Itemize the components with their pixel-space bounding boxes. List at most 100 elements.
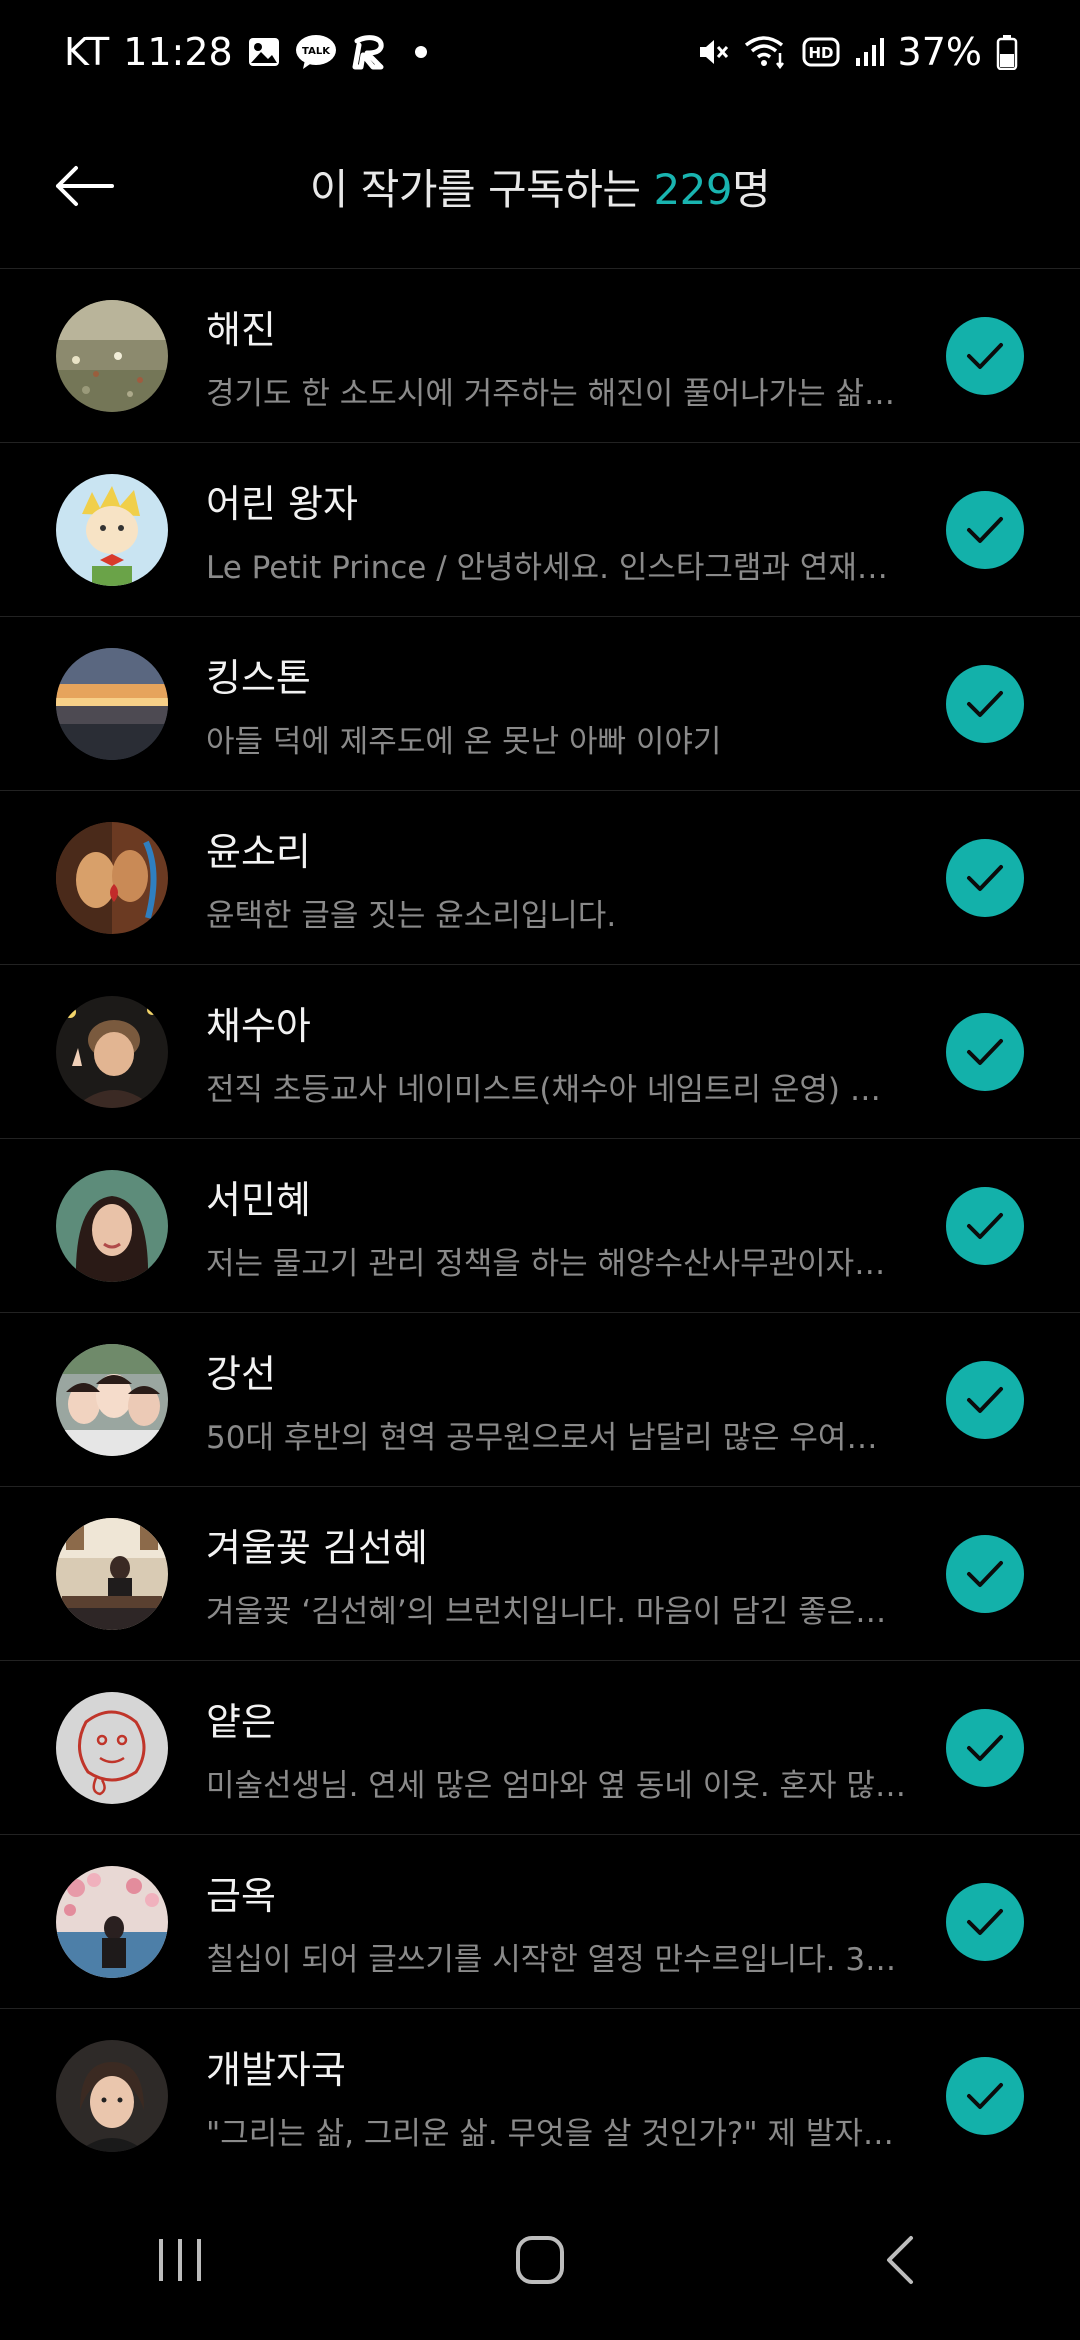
check-icon <box>967 2082 1003 2109</box>
item-meta: 금옥 칠십이 되어 글쓰기를 시작한 열정 만수르입니다. 3… <box>206 1865 906 1979</box>
subscriber-name: 얕은 <box>206 1699 276 1744</box>
subscriber-desc: 겨울꽃 ‘김선혜’의 브런치입니다. 마음이 담긴 좋은… <box>206 1593 887 1630</box>
item-meta: 서민혜 저는 물고기 관리 정책을 하는 해양수산사무관이자… <box>206 1169 906 1283</box>
subscribe-toggle[interactable] <box>946 664 1024 743</box>
app-r-icon <box>351 33 389 71</box>
list-item[interactable]: 겨울꽃 김선혜 겨울꽃 ‘김선혜’의 브런치입니다. 마음이 담긴 좋은… <box>0 1487 1080 1661</box>
item-meta: 어린 왕자 Le Petit Prince / 안녕하세요. 인스타그램과 연재… <box>206 473 906 587</box>
check-icon <box>967 516 1003 543</box>
subscriber-count: 229 <box>653 164 733 214</box>
subscriber-name: 해진 <box>206 307 276 352</box>
list-item[interactable]: 강선 50대 후반의 현역 공무원으로서 남달리 많은 우여… <box>0 1313 1080 1487</box>
app-header: 이 작가를 구독하는 229명 <box>0 104 1080 268</box>
signal-icon <box>854 36 884 68</box>
subscribe-toggle[interactable] <box>946 1012 1024 1091</box>
avatar[interactable] <box>56 299 168 412</box>
avatar[interactable] <box>56 2039 168 2152</box>
list-item[interactable]: 어린 왕자 Le Petit Prince / 안녕하세요. 인스타그램과 연재… <box>0 443 1080 617</box>
hd-icon: HD <box>802 37 840 67</box>
list-item[interactable]: 금옥 칠십이 되어 글쓰기를 시작한 열정 만수르입니다. 3… <box>0 1835 1080 2009</box>
item-meta: 겨울꽃 김선혜 겨울꽃 ‘김선혜’의 브런치입니다. 마음이 담긴 좋은… <box>206 1517 906 1631</box>
subscribe-toggle[interactable] <box>946 838 1024 917</box>
item-meta: 해진 경기도 한 소도시에 거주하는 해진이 풀어나가는 삶… <box>206 299 906 413</box>
back-nav-button[interactable] <box>840 2210 960 2310</box>
check-icon <box>967 1038 1003 1065</box>
subscriber-name: 개발자국 <box>206 2047 346 2092</box>
list-item[interactable]: 채수아 전직 초등교사 네이미스트(채수아 네임트리 운영) … <box>0 965 1080 1139</box>
svg-text:HD: HD <box>808 44 833 62</box>
list-item[interactable]: 윤소리 윤택한 글을 짓는 윤소리입니다. <box>0 791 1080 965</box>
status-right: HD 37% <box>696 30 1018 74</box>
clock: 11:28 <box>123 30 233 74</box>
avatar[interactable] <box>56 1169 168 1282</box>
avatar[interactable] <box>56 995 168 1108</box>
check-icon <box>967 690 1003 717</box>
subscriber-desc: 50대 후반의 현역 공무원으로서 남달리 많은 우여… <box>206 1419 878 1456</box>
subscriber-name: 금옥 <box>206 1873 276 1918</box>
avatar[interactable] <box>56 473 168 586</box>
avatar[interactable] <box>56 1691 168 1804</box>
mute-icon <box>696 35 730 69</box>
check-icon <box>967 342 1003 369</box>
subscribe-toggle[interactable] <box>946 2056 1024 2135</box>
list-item[interactable]: 해진 경기도 한 소도시에 거주하는 해진이 풀어나가는 삶… <box>0 269 1080 443</box>
subscriber-desc: 아들 덕에 제주도에 온 못난 아빠 이야기 <box>206 723 722 760</box>
status-bar: KT 11:28 TALK HD 37% <box>0 0 1080 104</box>
check-icon <box>967 864 1003 891</box>
arrow-left-icon <box>56 166 114 206</box>
subscriber-desc: Le Petit Prince / 안녕하세요. 인스타그램과 연재… <box>206 549 888 586</box>
list-item[interactable]: 얕은 미술선생님. 연세 많은 엄마와 옆 동네 이웃. 혼자 많… <box>0 1661 1080 1835</box>
notification-dot-icon <box>414 46 427 58</box>
check-icon <box>967 1386 1003 1413</box>
subscriber-name: 강선 <box>206 1351 276 1396</box>
battery-percent: 37% <box>897 30 982 74</box>
subscriber-desc: 전직 초등교사 네이미스트(채수아 네임트리 운영) … <box>206 1071 881 1108</box>
recent-apps-button[interactable] <box>120 2210 240 2310</box>
subscriber-desc: 저는 물고기 관리 정책을 하는 해양수산사무관이자… <box>206 1245 886 1282</box>
item-meta: 강선 50대 후반의 현역 공무원으로서 남달리 많은 우여… <box>206 1343 906 1457</box>
subscribe-toggle[interactable] <box>946 1186 1024 1265</box>
check-icon <box>967 1908 1003 1935</box>
item-meta: 얕은 미술선생님. 연세 많은 엄마와 옆 동네 이웃. 혼자 많… <box>206 1691 906 1805</box>
title-prefix: 이 작가를 구독하는 <box>309 164 654 214</box>
subscribe-toggle[interactable] <box>946 490 1024 569</box>
avatar[interactable] <box>56 647 168 760</box>
item-meta: 윤소리 윤택한 글을 짓는 윤소리입니다. <box>206 821 906 935</box>
subscribe-toggle[interactable] <box>946 1534 1024 1613</box>
subscriber-desc: "그리는 삶, 그리운 삶. 무엇을 살 것인가?" 제 발자… <box>206 2115 894 2152</box>
check-icon <box>967 1212 1003 1239</box>
check-icon <box>967 1560 1003 1587</box>
avatar[interactable] <box>56 1517 168 1630</box>
subscriber-desc: 윤택한 글을 짓는 윤소리입니다. <box>206 897 617 934</box>
wifi-icon <box>744 35 788 69</box>
subscriber-desc: 칠십이 되어 글쓰기를 시작한 열정 만수르입니다. 3… <box>206 1941 897 1978</box>
system-nav-bar <box>0 2180 1080 2340</box>
subscribe-toggle[interactable] <box>946 1882 1024 1961</box>
avatar[interactable] <box>56 821 168 934</box>
battery-icon <box>996 34 1018 70</box>
subscriber-list: 해진 경기도 한 소도시에 거주하는 해진이 풀어나가는 삶… 어린 왕자 Le… <box>0 268 1080 2183</box>
svg-text:TALK: TALK <box>302 46 331 57</box>
avatar[interactable] <box>56 1343 168 1456</box>
list-item[interactable]: 서민혜 저는 물고기 관리 정책을 하는 해양수산사무관이자… <box>0 1139 1080 1313</box>
item-meta: 킹스톤 아들 덕에 제주도에 온 못난 아빠 이야기 <box>206 647 906 761</box>
subscriber-name: 윤소리 <box>206 829 311 874</box>
item-meta: 개발자국 "그리는 삶, 그리운 삶. 무엇을 살 것인가?" 제 발자… <box>206 2039 906 2153</box>
chevron-left-icon <box>887 2236 913 2284</box>
subscribe-toggle[interactable] <box>946 1708 1024 1787</box>
subscribe-toggle[interactable] <box>946 316 1024 395</box>
avatar[interactable] <box>56 1865 168 1978</box>
subscriber-name: 어린 왕자 <box>206 481 358 526</box>
back-button[interactable] <box>44 146 124 226</box>
subscribe-toggle[interactable] <box>946 1360 1024 1439</box>
home-icon <box>516 2236 564 2284</box>
home-button[interactable] <box>480 2210 600 2310</box>
kakaotalk-icon: TALK <box>295 34 337 70</box>
page-title: 이 작가를 구독하는 229명 <box>310 156 771 217</box>
list-item[interactable]: 개발자국 "그리는 삶, 그리운 삶. 무엇을 살 것인가?" 제 발자… <box>0 2009 1080 2183</box>
list-item[interactable]: 킹스톤 아들 덕에 제주도에 온 못난 아빠 이야기 <box>0 617 1080 791</box>
recent-apps-icon <box>159 2239 201 2281</box>
status-left: KT 11:28 TALK <box>64 30 427 74</box>
item-meta: 채수아 전직 초등교사 네이미스트(채수아 네임트리 운영) … <box>206 995 906 1109</box>
subscriber-name: 킹스톤 <box>206 655 311 700</box>
